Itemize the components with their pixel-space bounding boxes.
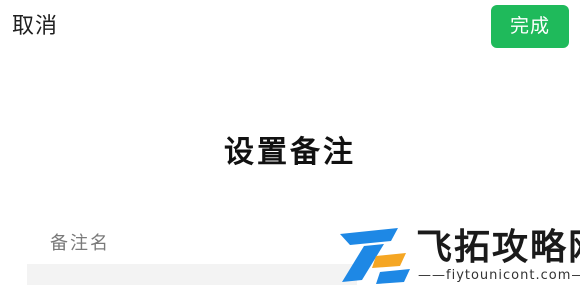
page-title: 设置备注 <box>224 135 356 170</box>
top-bar: 取消 完成 <box>0 0 580 60</box>
cancel-button[interactable]: 取消 <box>12 13 58 41</box>
remark-name-input[interactable] <box>27 264 357 285</box>
watermark: 飞拓攻略网 ——fiytounicont.com—— <box>336 226 580 285</box>
done-button[interactable]: 完成 <box>491 5 569 48</box>
watermark-url: ——fiytounicont.com—— <box>418 268 580 283</box>
site-logo-icon <box>340 228 410 284</box>
remark-name-label: 备注名 <box>50 233 110 254</box>
watermark-name: 飞拓攻略网 <box>416 227 580 268</box>
